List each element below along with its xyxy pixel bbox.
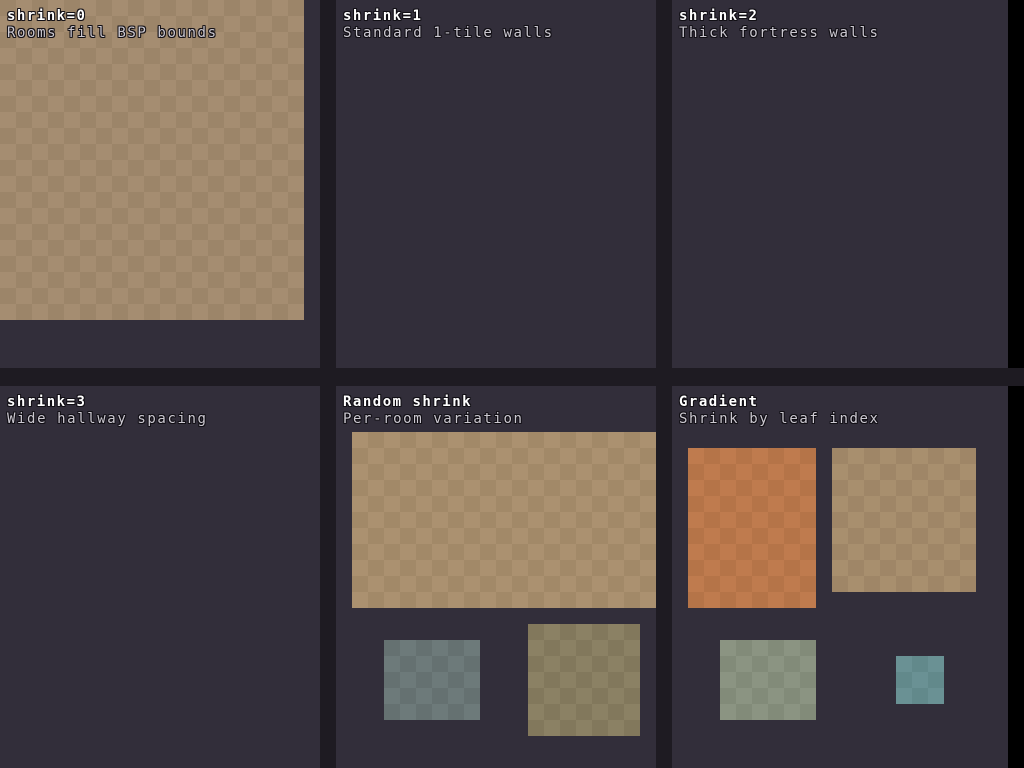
room-rect <box>0 0 304 320</box>
panel-gradient: Gradient Shrink by leaf index <box>672 386 1008 768</box>
room-rect <box>384 640 480 720</box>
panel-header: shrink=1 Standard 1-tile walls <box>336 0 656 42</box>
rooms-layer <box>0 386 320 768</box>
room-rect <box>896 656 944 704</box>
panel-title: Gradient <box>679 394 1008 411</box>
panel-shrink-1: shrink=1 Standard 1-tile walls <box>336 0 656 368</box>
panel-header: shrink=2 Thick fortress walls <box>672 0 1008 42</box>
panel-header: shrink=3 Wide hallway spacing <box>0 386 320 428</box>
row-divider <box>0 368 1024 386</box>
panel-subtitle: Wide hallway spacing <box>7 411 320 428</box>
rooms-layer <box>336 0 656 368</box>
panel-header: shrink=0 Rooms fill BSP bounds <box>0 0 320 42</box>
rooms-layer <box>672 0 1008 368</box>
panel-subtitle: Standard 1-tile walls <box>343 25 656 42</box>
rooms-layer <box>672 386 1008 768</box>
panel-title: shrink=3 <box>7 394 320 411</box>
panel-title: shrink=1 <box>343 8 656 25</box>
panel-shrink-3: shrink=3 Wide hallway spacing <box>0 386 320 768</box>
panel-subtitle: Per-room variation <box>343 411 656 428</box>
panel-header: Gradient Shrink by leaf index <box>672 386 1008 428</box>
panel-random-shrink: Random shrink Per-room variation <box>336 386 656 768</box>
panel-subtitle: Thick fortress walls <box>679 25 1008 42</box>
panel-shrink-0: shrink=0 Rooms fill BSP bounds <box>0 0 320 368</box>
bsp-demo-stage: shrink=0 Rooms fill BSP bounds shrink=1 … <box>0 0 1024 768</box>
panel-title: shrink=0 <box>7 8 320 25</box>
panel-header: Random shrink Per-room variation <box>336 386 656 428</box>
panel-subtitle: Rooms fill BSP bounds <box>7 25 320 42</box>
panel-title: shrink=2 <box>679 8 1008 25</box>
room-rect <box>720 640 816 720</box>
room-rect <box>352 432 656 608</box>
panel-subtitle: Shrink by leaf index <box>679 411 1008 428</box>
rooms-layer <box>336 386 656 768</box>
panel-shrink-2: shrink=2 Thick fortress walls <box>672 0 1008 368</box>
room-rect <box>528 624 640 736</box>
panel-title: Random shrink <box>343 394 656 411</box>
room-rect <box>688 448 816 608</box>
rooms-layer <box>0 0 320 368</box>
room-rect <box>832 448 976 592</box>
